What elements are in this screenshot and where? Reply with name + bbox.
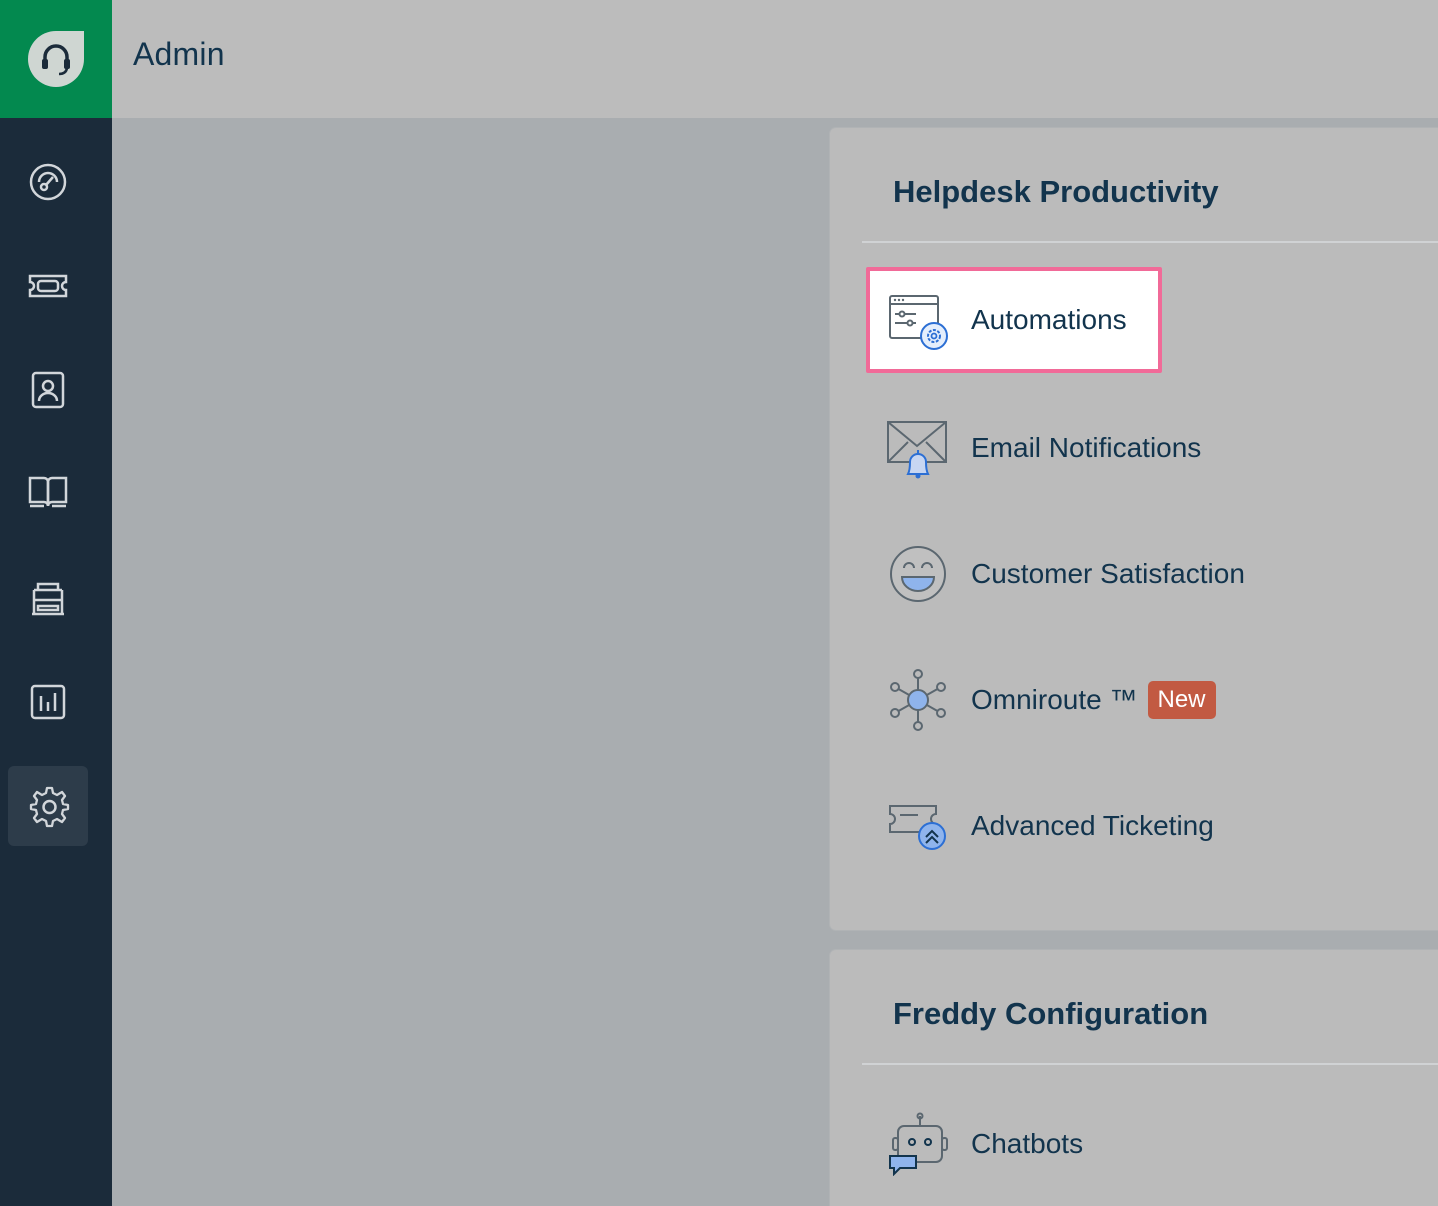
sidebar-item-dashboard[interactable] — [8, 142, 88, 222]
sidebar-item-reports[interactable] — [8, 662, 88, 742]
contacts-icon — [31, 371, 65, 409]
admin-item-advanced-ticketing[interactable]: Advanced Ticketing — [866, 773, 1214, 879]
reports-icon — [30, 684, 66, 720]
section-helpdesk-productivity: Helpdesk Productivity Automations Email … — [830, 128, 1438, 930]
sidebar-item-forums[interactable] — [8, 558, 88, 638]
section-freddy-configuration: Freddy Configuration Chatbots — [830, 950, 1438, 1206]
admin-item-label: Omniroute ™ — [971, 684, 1138, 715]
section-title: Helpdesk Productivity — [893, 174, 1219, 209]
solutions-book-icon — [28, 476, 68, 508]
chatbot-icon — [886, 1112, 950, 1176]
admin-item-label: Automations — [971, 304, 1127, 335]
admin-item-email-notifications[interactable]: Email Notifications — [866, 395, 1201, 501]
new-badge: New — [1147, 681, 1216, 719]
section-divider — [862, 241, 1438, 243]
forums-icon — [32, 582, 64, 616]
admin-item-label: Advanced Ticketing — [971, 810, 1214, 841]
section-title: Freddy Configuration — [893, 996, 1209, 1031]
sidebar-item-solutions[interactable] — [8, 452, 88, 532]
admin-gear-icon — [29, 786, 70, 828]
dashboard-icon — [29, 163, 67, 201]
automations-icon — [886, 288, 950, 352]
admin-item-label: Email Notifications — [971, 432, 1202, 463]
admin-item-label: Chatbots — [971, 1128, 1084, 1159]
sidebar — [0, 0, 112, 1206]
sidebar-item-admin[interactable] — [8, 766, 88, 846]
admin-item-chatbots[interactable]: Chatbots — [866, 1091, 1083, 1197]
ticket-icon — [28, 274, 68, 298]
sidebar-item-contacts[interactable] — [8, 350, 88, 430]
admin-item-omniroute[interactable]: Omniroute ™ New — [866, 647, 1216, 753]
omniroute-icon — [886, 668, 950, 732]
app-logo[interactable] — [0, 0, 112, 118]
admin-item-automations[interactable]: Automations — [866, 267, 1162, 373]
customer-satisfaction-icon — [886, 542, 950, 606]
advanced-ticketing-icon — [886, 794, 950, 858]
admin-item-customer-satisfaction[interactable]: Customer Satisfaction — [866, 521, 1245, 627]
section-divider — [862, 1063, 1438, 1065]
page-title: Admin — [133, 36, 225, 72]
email-notifications-icon — [886, 416, 950, 480]
sidebar-item-tickets[interactable] — [8, 246, 88, 326]
headset-logo-icon — [28, 31, 84, 87]
admin-item-label: Customer Satisfaction — [971, 558, 1245, 589]
topbar: Admin — [112, 0, 1438, 118]
